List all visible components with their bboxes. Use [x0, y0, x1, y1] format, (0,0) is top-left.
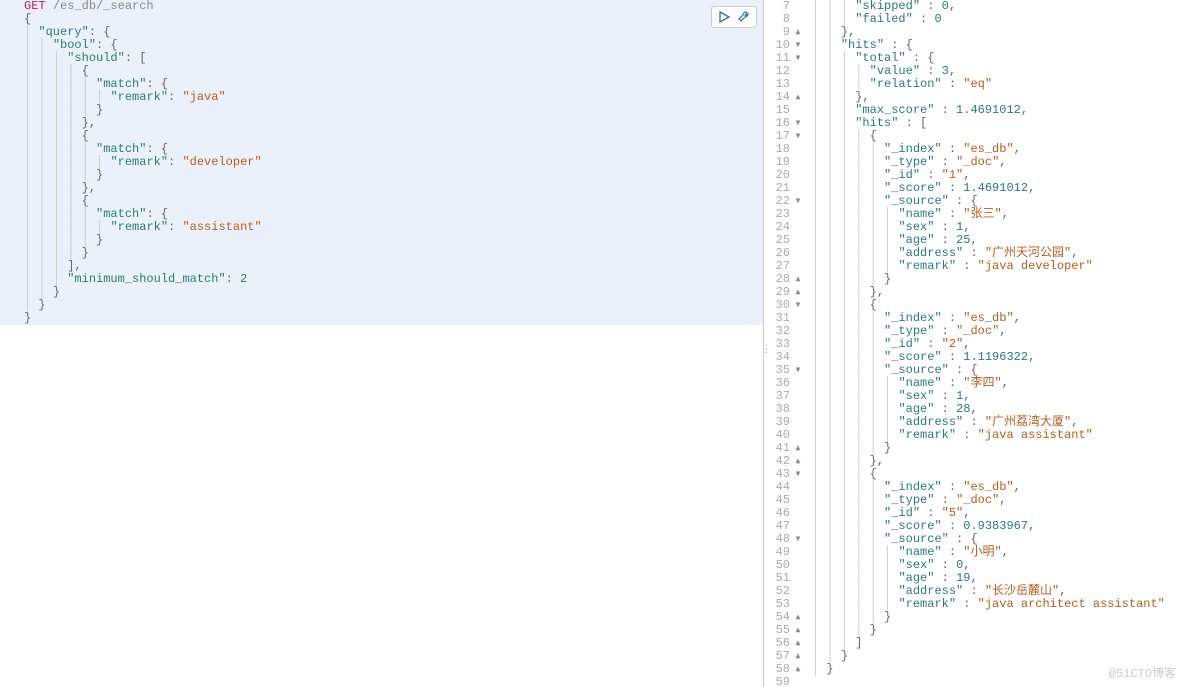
code-line[interactable]: │ │ │ │ } [0, 247, 763, 260]
code-line[interactable]: │ │ │ "minimum_should_match": 2 [0, 273, 763, 286]
play-button[interactable] [716, 9, 732, 25]
request-toolbar [711, 6, 757, 28]
request-code[interactable]: GET /es_db/_search{│ "query": {│ │ "bool… [0, 0, 763, 325]
pane-resize-handle[interactable]: ⋮ [764, 348, 767, 366]
request-editor[interactable]: GET /es_db/_search{│ "query": {│ │ "bool… [0, 0, 764, 687]
code-line[interactable]: │ │ │ │ }, [0, 117, 763, 130]
code-line[interactable]: │ │ │ │ │ } [0, 104, 763, 117]
code-line[interactable]: │ │ │ │ │ │ "remark": "assistant" [0, 221, 763, 234]
code-line[interactable]: GET /es_db/_search [0, 0, 763, 13]
code-line[interactable]: │ │ │ │ │ │ "remark": "java" [0, 91, 763, 104]
code-line[interactable]: │ │ │ │ │ │ "remark": "developer" [0, 156, 763, 169]
code-line[interactable]: { [0, 13, 763, 26]
watermark: @51CTO博客 [1109, 664, 1176, 681]
code-line[interactable]: } [0, 312, 763, 325]
response-viewer[interactable]: ⋮ 7│ │ │ "skipped" : 0,8│ │ │ "failed" :… [764, 0, 1184, 687]
code-line[interactable]: │ │ │ "should": [ [0, 52, 763, 65]
response-code: 7│ │ │ "skipped" : 0,8│ │ │ "failed" : 0… [764, 0, 1184, 687]
code-line[interactable]: │ │ │ │ │ } [0, 169, 763, 182]
code-line[interactable]: │ } [0, 299, 763, 312]
wrench-icon[interactable] [736, 9, 752, 25]
code-line[interactable]: │ │ │ │ │ } [0, 234, 763, 247]
dev-console: GET /es_db/_search{│ "query": {│ │ "bool… [0, 0, 1184, 687]
code-line[interactable]: │ │ │ │ }, [0, 182, 763, 195]
code-line[interactable]: │ │ } [0, 286, 763, 299]
